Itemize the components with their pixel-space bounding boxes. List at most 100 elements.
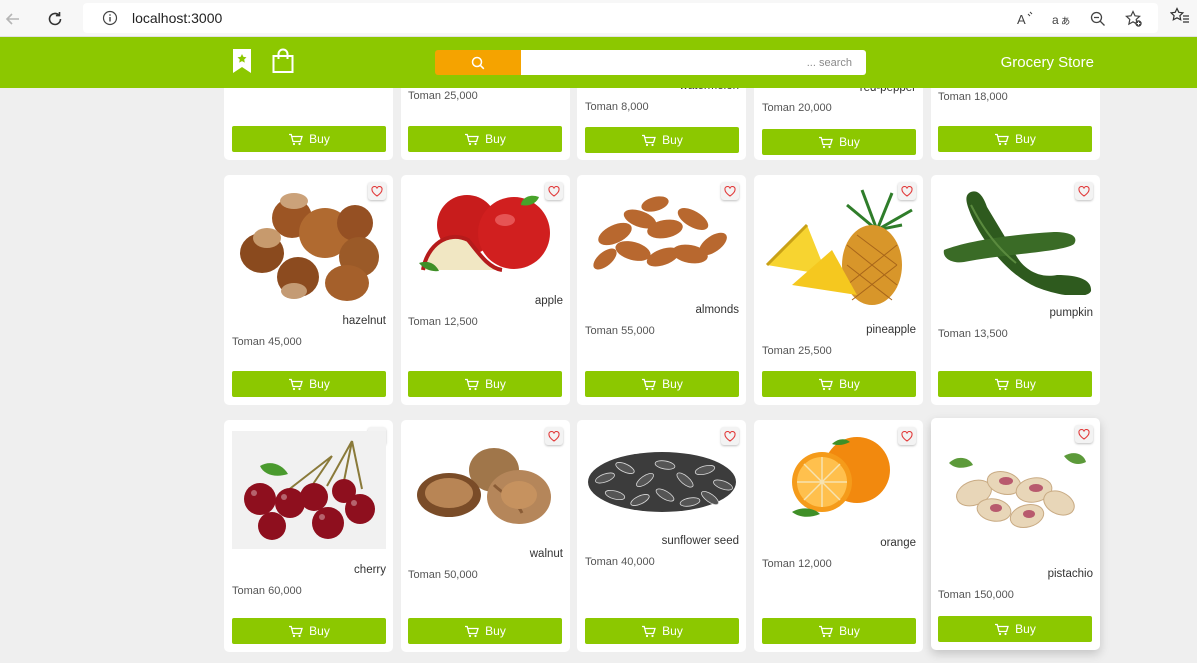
apple-image [419, 195, 550, 272]
product-price: Toman 55,000 [585, 325, 655, 337]
product-name: cherry [354, 564, 386, 576]
buy-button[interactable]: Buy [585, 371, 739, 397]
product-card: almonds Toman 55,000 Buy [577, 175, 746, 405]
product-price: Toman 60,000 [232, 585, 302, 597]
product-name: walnut [529, 548, 563, 560]
buy-button[interactable]: Buy [938, 126, 1092, 152]
back-arrow-icon [5, 13, 19, 25]
buy-button[interactable]: Buy [232, 126, 386, 152]
product-price: Toman 12,000 [762, 558, 832, 570]
translate-icon[interactable]: aぁ [1052, 9, 1072, 29]
cart-icon [289, 625, 304, 637]
search-button[interactable] [435, 50, 521, 75]
product-name: pineapple [866, 324, 916, 336]
cart-icon [995, 133, 1010, 145]
buy-button[interactable]: Buy [762, 618, 916, 644]
cart-icon [819, 378, 834, 390]
favorites-icon[interactable] [1170, 6, 1190, 26]
product-card: walnut Toman 50,000 Buy [401, 420, 570, 652]
product-name: sunflower seed [661, 535, 739, 547]
product-price: Toman 25,500 [762, 345, 832, 357]
product-price: Toman 12,500 [408, 316, 478, 328]
buy-button[interactable]: Buy [938, 371, 1092, 397]
buy-button[interactable]: Buy [938, 616, 1092, 642]
orange-image [792, 437, 890, 517]
buy-button[interactable]: Buy [585, 127, 739, 153]
cart-icon [289, 378, 304, 390]
address-bar[interactable]: localhost:3000 A aぁ [83, 3, 1158, 33]
bookmark-icon [233, 49, 251, 73]
buy-button[interactable]: Buy [408, 126, 562, 152]
search-input[interactable] [521, 50, 866, 75]
buy-label: Buy [662, 133, 683, 147]
product-price: Toman 25,000 [408, 90, 478, 102]
pineapple-image [765, 189, 913, 305]
cart-icon [995, 623, 1010, 635]
buy-label: Buy [309, 624, 330, 638]
zoom-out-icon[interactable] [1088, 9, 1108, 29]
product-name: hazelnut [342, 315, 386, 327]
pumpkin-image [943, 191, 1092, 295]
read-aloud-icon[interactable]: A [1016, 9, 1036, 29]
buy-label: Buy [309, 377, 330, 391]
store-header: Grocery Store [0, 37, 1197, 88]
buy-button[interactable]: Buy [232, 371, 386, 397]
buy-button[interactable]: Buy [762, 371, 916, 397]
shopping-bag-icon [272, 48, 294, 73]
product-price: Toman 40,000 [585, 556, 655, 568]
product-card: pistachio Toman 150,000 Buy [931, 418, 1100, 650]
cherry-image [232, 431, 386, 549]
cart-icon [289, 133, 304, 145]
walnut-image [417, 448, 551, 524]
cart-icon [642, 378, 657, 390]
cart-icon [642, 625, 657, 637]
svg-text:A: A [1017, 12, 1026, 27]
buy-label: Buy [485, 377, 506, 391]
buy-button[interactable]: Buy [762, 129, 916, 155]
favorite-button[interactable] [1075, 425, 1093, 443]
cart-icon [465, 378, 480, 390]
favorite-button[interactable] [545, 427, 563, 445]
svg-text:ぁ: ぁ [1060, 14, 1071, 27]
heart-icon [1078, 428, 1090, 440]
buy-button[interactable]: Buy [408, 371, 562, 397]
url-text: localhost:3000 [132, 10, 223, 26]
buy-label: Buy [839, 624, 860, 638]
buy-button[interactable]: Buy [408, 618, 562, 644]
store-title: Grocery Store [1000, 54, 1094, 71]
product-card: pumpkin Toman 13,500 Buy [931, 175, 1100, 405]
pistachio-image [949, 453, 1086, 529]
buy-label: Buy [1015, 377, 1036, 391]
buy-button[interactable]: Buy [585, 618, 739, 644]
search-icon [471, 56, 485, 69]
product-card: sunflower seed Toman 40,000 Buy [577, 420, 746, 652]
search-bar [435, 50, 866, 75]
product-price: Toman 13,500 [938, 328, 1008, 340]
buy-label: Buy [839, 135, 860, 149]
product-price: Toman 45,000 [232, 336, 302, 348]
product-name: orange [880, 537, 916, 549]
product-name: almonds [695, 304, 739, 316]
add-favorite-icon[interactable] [1124, 9, 1144, 29]
cart-icon [819, 625, 834, 637]
reload-icon [48, 12, 62, 26]
product-price: Toman 8,000 [585, 101, 649, 113]
hazelnut-image [240, 193, 379, 301]
reload-button[interactable] [43, 7, 67, 31]
cart-icon [819, 136, 834, 148]
cart-icon [465, 133, 480, 145]
back-button[interactable] [1, 7, 25, 31]
product-name: pistachio [1047, 568, 1093, 580]
product-price: Toman 20,000 [762, 102, 832, 114]
svg-text:a: a [1052, 13, 1059, 27]
product-card: apple Toman 12,500 Buy [401, 175, 570, 405]
site-info-icon[interactable] [101, 9, 119, 27]
product-price: Toman 150,000 [938, 589, 1014, 601]
bookmark-button[interactable] [231, 48, 255, 76]
product-price: Toman 50,000 [408, 569, 478, 581]
almonds-image [593, 196, 727, 270]
browser-toolbar: localhost:3000 A aぁ [0, 0, 1197, 37]
product-card: hazelnut Toman 45,000 Buy [224, 175, 393, 405]
buy-button[interactable]: Buy [232, 618, 386, 644]
cart-button[interactable] [271, 48, 295, 76]
